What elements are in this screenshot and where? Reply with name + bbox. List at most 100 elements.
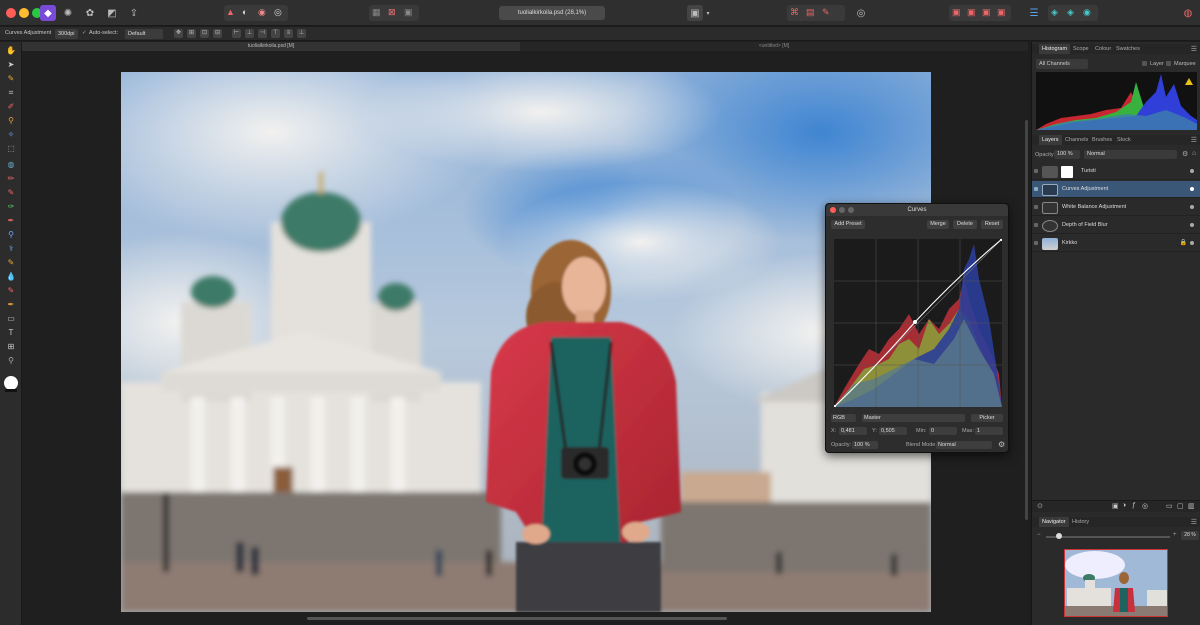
layer-row-kirkko[interactable]: Kirkko 🔒 <box>1032 235 1200 252</box>
foreground-color-swatch[interactable] <box>4 376 18 390</box>
tab-navigator[interactable]: Navigator <box>1039 517 1069 527</box>
select-all-icon[interactable]: ▦ <box>372 7 381 18</box>
flood-select-icon[interactable]: ⚲ <box>6 116 16 126</box>
layer-options-icon[interactable]: ⊙ <box>1037 502 1043 510</box>
tab-histogram[interactable]: Histogram <box>1039 44 1071 54</box>
pen-icon[interactable]: ✒ <box>6 300 16 310</box>
transform-icon[interactable]: ✥ <box>174 29 183 38</box>
zoom-in-icon[interactable]: + <box>1173 532 1177 538</box>
minimize-window-button[interactable] <box>19 8 29 18</box>
lock-icon[interactable]: ⌂ <box>1192 150 1196 157</box>
auto-select-dropdown[interactable]: Default <box>125 29 163 39</box>
blend-mode-dropdown[interactable]: Normal <box>936 441 992 449</box>
move-tool-icon[interactable]: ➤ <box>6 60 16 70</box>
assistant-icon[interactable]: ✎ <box>822 7 830 18</box>
max-field[interactable]: 1 <box>975 427 1003 435</box>
layer-visibility-toggle[interactable] <box>1034 223 1038 227</box>
layer-visibility-dot[interactable] <box>1190 205 1194 209</box>
tab-stock[interactable]: Stock <box>1114 135 1134 145</box>
layer-row-white-balance[interactable]: White Balance Adjustment <box>1032 199 1200 216</box>
develop-persona-icon[interactable]: ✿ <box>82 5 98 21</box>
panel-menu-icon[interactable]: ☰ <box>1191 45 1197 53</box>
flood-fill-icon[interactable]: ◍ <box>6 160 16 170</box>
dodge-icon[interactable]: ✒ <box>6 216 16 226</box>
move-back-icon[interactable]: ▣ <box>952 7 961 18</box>
tab-colour[interactable]: Colour <box>1092 44 1114 54</box>
layer-mask-thumbnail[interactable] <box>1061 166 1073 178</box>
marquee-checkbox[interactable] <box>1166 61 1171 66</box>
layer-row-turisti[interactable]: Turisti <box>1032 163 1200 180</box>
vertical-scrollbar[interactable] <box>1025 120 1028 520</box>
tab-layers[interactable]: Layers <box>1039 135 1062 145</box>
clone-brush-icon[interactable]: ⚲ <box>6 230 16 240</box>
move-front-icon[interactable]: ▣ <box>982 7 991 18</box>
zoom-icon[interactable]: ⚲ <box>6 356 16 366</box>
quick-mask-icon[interactable]: ▤ <box>806 7 815 18</box>
dpi-field[interactable]: 300dpi <box>55 29 78 39</box>
delete-button[interactable]: Delete <box>953 220 977 229</box>
layer-visibility-toggle[interactable] <box>1034 169 1038 173</box>
curves-graph[interactable] <box>834 239 1002 407</box>
layer-blend-dropdown[interactable]: Normal <box>1084 150 1177 159</box>
patch-icon[interactable]: ✎ <box>6 258 16 268</box>
rectangle-icon[interactable]: ▭ <box>6 314 16 324</box>
layer-visibility-toggle[interactable] <box>1034 205 1038 209</box>
layer-visibility-toggle[interactable] <box>1034 241 1038 245</box>
align-icon[interactable]: ☰ <box>1026 5 1042 21</box>
zoom-field[interactable]: 28 % <box>1181 531 1199 540</box>
horizontal-scrollbar[interactable] <box>307 617 727 620</box>
studio-link-icon[interactable]: ◈ <box>1051 7 1058 18</box>
publish-icon[interactable]: ◉ <box>1083 7 1091 18</box>
snapping-icon[interactable]: ⌘ <box>790 7 799 18</box>
tab-history[interactable]: History <box>1069 517 1092 527</box>
healing-icon[interactable]: ⚕ <box>6 244 16 254</box>
blur-icon[interactable]: 💧 <box>6 272 16 282</box>
align-center-icon[interactable]: ⊥ <box>245 29 254 38</box>
tab-main-document[interactable]: tuolialkirkoila.psd [M] <box>22 42 520 51</box>
auto-levels-icon[interactable]: ◐ <box>242 7 247 17</box>
auto-contrast-icon[interactable]: ◎ <box>274 7 282 18</box>
align-bottom-icon[interactable]: ⊥ <box>297 29 306 38</box>
checkmark-icon[interactable]: ✓ <box>82 30 87 36</box>
layer-visibility-dot[interactable] <box>1190 169 1194 173</box>
red-eye-icon[interactable]: ✎ <box>6 286 16 296</box>
chevron-down-icon[interactable]: ▾ <box>700 5 716 21</box>
liquify-persona-icon[interactable]: ✺ <box>60 5 76 21</box>
magic-wand-icon[interactable]: ✧ <box>6 130 16 140</box>
y-field[interactable]: 0,505 <box>879 427 907 435</box>
layer-row-depth-of-field-blur[interactable]: Depth of Field Blur <box>1032 217 1200 234</box>
move-top-icon[interactable]: ▣ <box>997 7 1006 18</box>
add-layer-icon[interactable]: ▢ <box>1177 502 1184 510</box>
shear-icon[interactable]: ⊟ <box>213 29 222 38</box>
rotate-icon[interactable]: ⊡ <box>200 29 209 38</box>
paint-brush-icon[interactable]: ✏ <box>6 174 16 184</box>
zoom-out-icon[interactable]: − <box>1037 532 1041 538</box>
live-filter-icon[interactable]: ◎ <box>1142 502 1148 510</box>
crop-icon[interactable]: ⌗ <box>6 88 16 98</box>
lock-icon[interactable]: 🔒 <box>1180 239 1187 246</box>
layer-visibility-dot[interactable] <box>1190 241 1194 245</box>
channels-dropdown[interactable]: All Channels <box>1036 59 1088 69</box>
document-title[interactable]: tuolialkirkoila.psd (28,1%) <box>499 6 605 20</box>
move-forward-icon[interactable]: ▣ <box>967 7 976 18</box>
zoom-slider-thumb[interactable] <box>1056 533 1062 539</box>
add-preset-button[interactable]: Add Preset <box>831 220 865 229</box>
export-persona-icon[interactable]: ⇪ <box>126 5 142 21</box>
selection-brush-icon[interactable]: ✐ <box>6 102 16 112</box>
picker-button[interactable]: Picker <box>971 414 1003 422</box>
photo-persona-icon[interactable]: ◆ <box>40 5 56 21</box>
pixel-brush-icon[interactable]: ✎ <box>6 188 16 198</box>
close-curves-button[interactable] <box>830 207 836 213</box>
tab-untitled-document[interactable]: <untitled> [M] <box>520 42 1028 51</box>
text-icon[interactable]: T <box>6 328 16 338</box>
tab-scope[interactable]: Scope <box>1070 44 1092 54</box>
tone-mapping-persona-icon[interactable]: ◩ <box>104 5 120 21</box>
gear-icon[interactable]: ⚙ <box>1182 150 1188 158</box>
min-field[interactable]: 0 <box>929 427 957 435</box>
minimize-curves-button[interactable] <box>839 207 845 213</box>
mesh-warp-icon[interactable]: ⊞ <box>6 342 16 352</box>
gear-icon[interactable]: ⚙ <box>998 440 1005 449</box>
reset-button[interactable]: Reset <box>981 220 1003 229</box>
hand-icon[interactable]: ✋ <box>6 46 16 56</box>
align-right-icon[interactable]: ⊣ <box>258 29 267 38</box>
